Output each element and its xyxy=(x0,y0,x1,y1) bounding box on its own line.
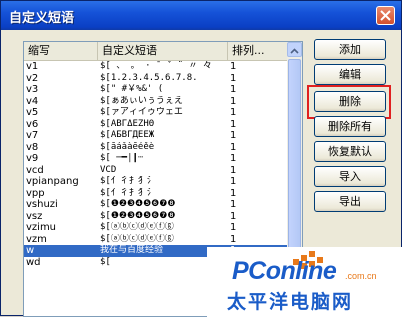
close-button[interactable] xyxy=(376,6,395,25)
table-row[interactable]: v1 $[ 、 。 · ˉ ˇ ¨ 〃 々 1 xyxy=(24,61,287,73)
cell-phrase: $[ΑΒΓΔΕΖΗΘ xyxy=(100,118,155,129)
table-row[interactable]: vsz $[❶❷❸❹❺❻❼❽ 1 xyxy=(24,211,287,223)
cell-phrase: $[亻彳扌犭氵 xyxy=(100,176,156,186)
column-header-abbr[interactable]: 缩写 xyxy=(24,42,98,60)
cell-abbr: v1 xyxy=(26,61,39,72)
cell-abbr: vpianpang xyxy=(26,176,79,187)
cell-order: 1 xyxy=(230,61,237,72)
column-header-phrase[interactable]: 自定义短语 xyxy=(98,42,228,60)
table-row[interactable]: vcd VCD 1 xyxy=(24,165,287,177)
list-rows: v1 $[ 、 。 · ˉ ˇ ¨ 〃 々 1 v2 $[1.2.3.4.5.6.7.8… xyxy=(24,61,287,268)
cell-order: 1 xyxy=(230,141,237,153)
cell-order: 1 xyxy=(230,210,237,222)
cell-phrase: $[ ─━│┃┄ xyxy=(100,153,144,163)
logo-domain-text: .com.cn xyxy=(345,271,377,281)
table-row[interactable]: vzimu $[ⓐⓑⓒⓓⓔⓕⓖ 1 xyxy=(24,222,287,234)
cell-phrase: $[❶❷❸❹❺❻❼❽ xyxy=(100,199,176,209)
table-row[interactable]: vshuzi $[❶❷❸❹❺❻❼❽ 1 xyxy=(24,199,287,211)
cell-abbr: v2 xyxy=(26,72,39,84)
cell-order: 1 xyxy=(230,153,237,164)
add-button[interactable]: 添加 xyxy=(314,39,386,60)
cell-phrase: $[ⓐⓑⓒⓓⓔⓕⓖ xyxy=(100,222,174,232)
cell-abbr: vsz xyxy=(26,210,43,222)
cell-abbr: wd xyxy=(26,256,41,268)
close-icon xyxy=(380,10,391,21)
title-bar[interactable]: 自定义短语 xyxy=(1,1,401,30)
cell-abbr: vzm xyxy=(26,233,47,245)
export-button[interactable]: 导出 xyxy=(314,191,386,212)
table-row[interactable]: vpianpang $[亻彳扌犭氵 1 xyxy=(24,176,287,188)
table-row[interactable]: v6 $[ΑΒΓΔΕΖΗΘ 1 xyxy=(24,119,287,131)
cell-order: 1 xyxy=(230,164,237,176)
logo-brand-text: PConline xyxy=(232,257,337,285)
table-row[interactable]: v4 $[ぁあぃいぅうぇえ 1 xyxy=(24,96,287,108)
cell-order: 1 xyxy=(230,84,237,95)
table-row[interactable]: v2 $[1.2.3.4.5.6.7.8. 1 xyxy=(24,73,287,85)
cell-order: 1 xyxy=(230,118,237,130)
table-row[interactable]: v7 $[АБВГДЕЁЖ 1 xyxy=(24,130,287,142)
column-header-order[interactable]: 排列... xyxy=(228,42,287,60)
cell-order: 1 xyxy=(230,130,237,141)
delete-button[interactable]: 删除 xyxy=(314,91,386,112)
cell-abbr: v3 xyxy=(26,84,39,95)
cell-order: 1 xyxy=(230,72,237,84)
cell-abbr: v4 xyxy=(26,95,39,107)
cell-phrase: $[亻彳扌犭氵 xyxy=(100,187,156,198)
cell-order: 1 xyxy=(230,95,237,107)
window-title: 自定义短语 xyxy=(9,11,75,26)
cell-abbr: v6 xyxy=(26,118,39,130)
cell-abbr: v7 xyxy=(26,130,39,141)
cell-phrase: $[ァアィイゥウェエ xyxy=(100,107,183,117)
cell-abbr: vshuzi xyxy=(26,199,58,210)
cell-abbr: v8 xyxy=(26,141,39,153)
table-row[interactable]: v9 $[ ─━│┃┄ 1 xyxy=(24,153,287,165)
delete-all-button[interactable]: 删除所有 xyxy=(314,116,386,137)
cell-phrase: $[АБВГДЕЁЖ xyxy=(100,130,155,140)
scroll-up-button[interactable] xyxy=(287,42,302,57)
cell-order: 1 xyxy=(230,187,237,199)
watermark-logo: PConline .com.cn 太平洋电脑网 xyxy=(207,247,402,317)
table-row[interactable]: v3 $[" #￥%&' ( 1 xyxy=(24,84,287,96)
cell-phrase: $[❶❷❸❹❺❻❼❽ xyxy=(100,210,176,221)
cell-abbr: vcd xyxy=(26,164,44,176)
table-row[interactable]: v8 $[āáǎàēéěè 1 xyxy=(24,142,287,154)
cell-phrase: $[āáǎàēéěè xyxy=(100,141,155,152)
cell-abbr: vzimu xyxy=(26,222,57,233)
cell-order: 1 xyxy=(230,222,237,233)
cell-abbr: w xyxy=(26,245,35,256)
cell-phrase: $[ⓐⓑⓒⓓⓔⓕⓖ xyxy=(100,233,174,244)
table-row[interactable]: vzm $[ⓐⓑⓒⓓⓔⓕⓖ 1 xyxy=(24,234,287,246)
custom-phrase-dialog: 自定义短语 缩写 自定义短语 排列... v1 $[ 、 。 · ˉ ˇ ¨ 〃 … xyxy=(0,0,402,317)
list-header: 缩写 自定义短语 排列... xyxy=(24,42,287,61)
cell-order: 1 xyxy=(230,199,237,210)
cell-abbr: v9 xyxy=(26,153,39,164)
cell-phrase: $[ 、 。 · ˉ ˇ ¨ 〃 々 xyxy=(100,61,212,71)
edit-button[interactable]: 编辑 xyxy=(314,64,386,85)
cell-abbr: v5 xyxy=(26,107,39,118)
logo-chinese-text: 太平洋电脑网 xyxy=(227,291,354,313)
cell-order: 1 xyxy=(230,176,237,187)
chevron-up-icon xyxy=(290,48,299,54)
table-row[interactable]: vpp $[亻彳扌犭氵 1 xyxy=(24,188,287,200)
cell-phrase: $[" #￥%&' ( xyxy=(100,84,164,94)
restore-default-button[interactable]: 恢复默认 xyxy=(314,141,386,162)
cell-order: 1 xyxy=(230,107,237,118)
import-button[interactable]: 导入 xyxy=(314,166,386,187)
cell-phrase: $[ぁあぃいぅうぇえ xyxy=(100,95,183,106)
cell-order: 1 xyxy=(230,233,237,245)
cell-phrase: $[1.2.3.4.5.6.7.8. xyxy=(100,72,198,83)
cell-phrase: VCD xyxy=(100,164,117,175)
table-row[interactable]: v5 $[ァアィイゥウェエ 1 xyxy=(24,107,287,119)
cell-abbr: vpp xyxy=(26,187,45,199)
